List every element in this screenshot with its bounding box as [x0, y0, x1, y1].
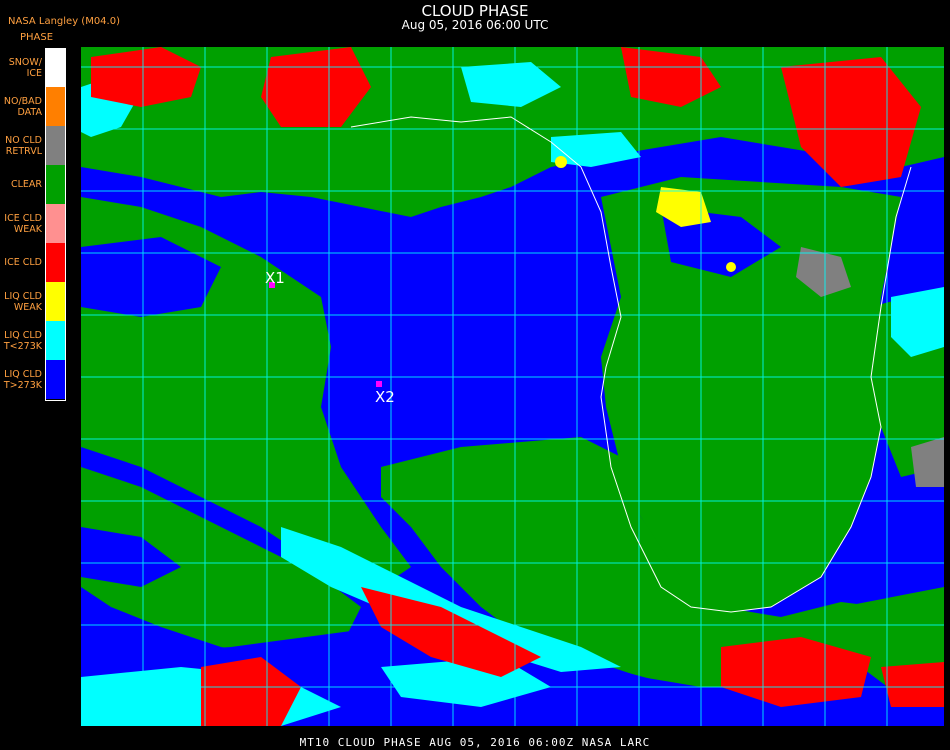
- legend-label: NO CLD RETRVL: [5, 134, 42, 157]
- legend-item-ice-cld: ICE CLD: [0, 243, 66, 282]
- legend-label: SNOW/ ICE: [8, 56, 42, 79]
- legend-label: LIQ CLD T<273K: [3, 329, 42, 352]
- marker-x2-dot: [376, 381, 382, 387]
- legend-item-no-bad-data: NO/BAD DATA: [0, 87, 66, 126]
- legend-item-clear: CLEAR: [0, 165, 66, 204]
- legend-item-liq-cld-weak: LIQ CLD WEAK: [0, 282, 66, 321]
- legend-swatch: [46, 87, 65, 126]
- phase-legend: SNOW/ ICE NO/BAD DATA NO CLD RETRVL CLEA…: [0, 48, 66, 400]
- liquid-weak-speck: [555, 156, 567, 168]
- marker-x1-label: X1: [265, 269, 285, 287]
- legend-item-snow-ice: SNOW/ ICE: [0, 48, 66, 87]
- legend-title: PHASE: [20, 32, 54, 43]
- provider-label: NASA Langley (M04.0): [8, 16, 120, 27]
- legend-swatch: [46, 204, 65, 243]
- legend-label: CLEAR: [10, 179, 42, 190]
- legend-item-ice-cld-weak: ICE CLD WEAK: [0, 204, 66, 243]
- cloud-phase-map: X1 X2: [81, 47, 944, 726]
- legend-label: ICE CLD: [4, 257, 42, 268]
- legend-item-liq-cld-warm: LIQ CLD T>273K: [0, 360, 66, 399]
- map-timestamp: Aug 05, 2016 06:00 UTC: [401, 18, 549, 32]
- legend-label: LIQ CLD WEAK: [4, 290, 42, 313]
- liquid-weak-speck-east: [726, 262, 736, 272]
- legend-swatch: [46, 321, 65, 360]
- map-footer: MT10 CLOUD PHASE AUG 05, 2016 06:00Z NAS…: [299, 736, 651, 749]
- legend-label: ICE CLD WEAK: [4, 212, 42, 235]
- legend-swatch: [46, 282, 65, 321]
- legend-label: LIQ CLD T>273K: [3, 368, 42, 391]
- marker-x2-label: X2: [375, 388, 395, 406]
- legend-item-no-cld-retrvl: NO CLD RETRVL: [0, 126, 66, 165]
- legend-swatch: [46, 126, 65, 165]
- legend-swatch: [46, 165, 65, 204]
- legend-swatch: [46, 360, 65, 399]
- ice-cloud-se-corner: [881, 662, 944, 707]
- legend-label: NO/BAD DATA: [3, 95, 42, 118]
- marker-x1: X1: [265, 269, 285, 288]
- legend-swatch: [46, 48, 65, 87]
- legend-item-liq-cld-cold: LIQ CLD T<273K: [0, 321, 66, 360]
- legend-swatch: [46, 243, 65, 282]
